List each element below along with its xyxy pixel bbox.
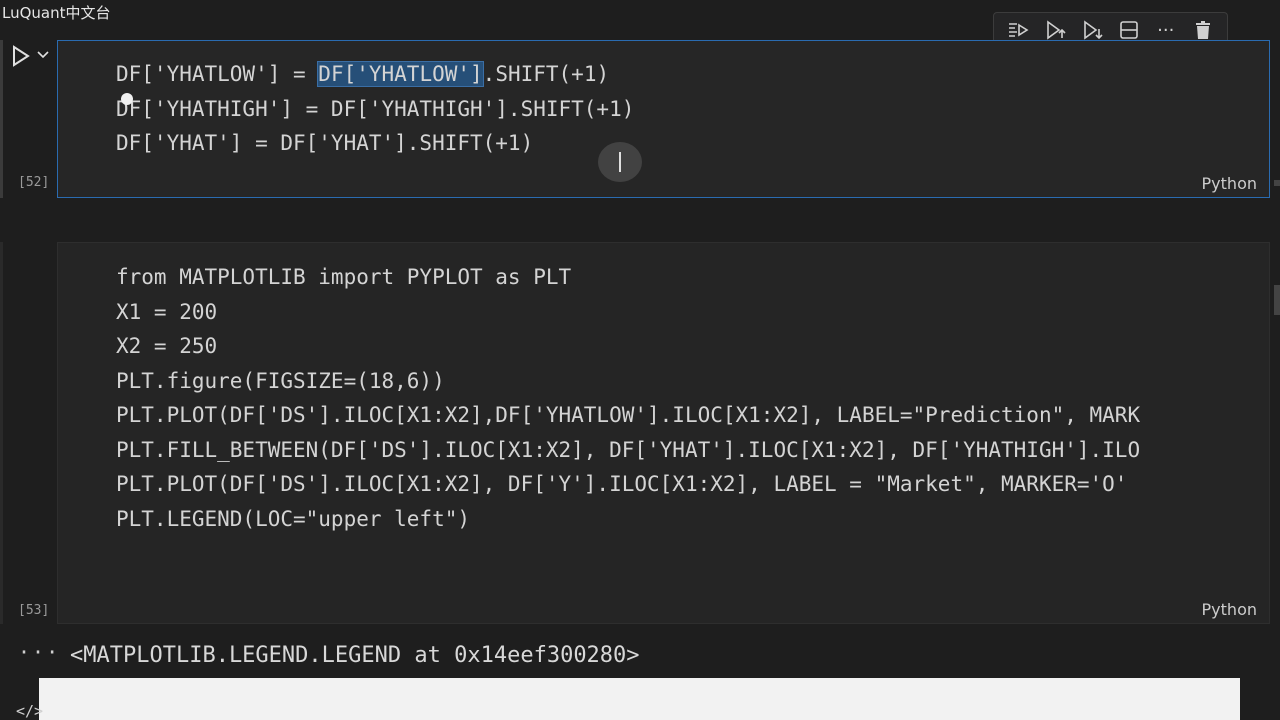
ibeam-cursor-icon [619, 152, 621, 172]
code-line[interactable]: PLT.PLOT(DF['DS'].ILOC[X1:X2], DF['Y'].I… [116, 467, 1140, 502]
run-cell-button[interactable] [10, 44, 32, 68]
execution-count: [53] [18, 603, 50, 618]
code-line[interactable]: from MATPLOTLIB import PYPLOT as PLT [116, 260, 1140, 295]
output-text: <MATPLOTLIB.LEGEND.LEGEND at 0x14eef3002… [70, 643, 640, 668]
code-line[interactable]: X1 = 200 [116, 295, 1140, 330]
code-line[interactable]: PLT.LEGEND(LOC="upper left") [116, 502, 1140, 537]
language-indicator[interactable]: Python [1202, 600, 1257, 619]
mouse-cursor-dot [121, 93, 133, 105]
delete-icon [1195, 21, 1210, 39]
output-actions-button[interactable]: ··· [18, 640, 60, 664]
cell-indicator [0, 242, 3, 624]
scrollbar-marker [1274, 285, 1280, 315]
language-indicator[interactable]: Python [1202, 174, 1257, 193]
output-code-icon[interactable]: </> [16, 702, 43, 720]
code-line[interactable]: PLT.PLOT(DF['DS'].ILOC[X1:X2],DF['YHATLO… [116, 398, 1140, 433]
execute-below-icon [1084, 20, 1103, 40]
execute-above-icon [1047, 20, 1066, 40]
execution-count: [52] [18, 175, 50, 190]
watermark: LuQuant中文台 [2, 4, 111, 22]
code-line[interactable]: DF['YHATLOW'] = DF['YHATLOW'].SHIFT(+1) [116, 57, 634, 92]
split-cell-icon [1120, 21, 1138, 39]
text-selection[interactable]: DF['YHATLOW'] [317, 61, 484, 87]
code-cell-52[interactable]: DF['YHATLOW'] = DF['YHATLOW'].SHIFT(+1) D… [57, 40, 1270, 198]
output-plot-area [39, 678, 1240, 720]
cell-focus-indicator [0, 40, 3, 198]
scrollbar-marker [1274, 180, 1280, 186]
code-line[interactable]: PLT.figure(FIGSIZE=(18,6)) [116, 364, 1140, 399]
run-by-line-icon [1009, 23, 1029, 37]
code-editor[interactable]: from MATPLOTLIB import PYPLOT as PLT X1 =… [116, 260, 1140, 536]
chevron-down-icon[interactable] [36, 47, 50, 61]
code-line[interactable]: X2 = 250 [116, 329, 1140, 364]
code-cell-53[interactable]: from MATPLOTLIB import PYPLOT as PLT X1 =… [57, 242, 1270, 624]
code-line[interactable]: PLT.FILL_BETWEEN(DF['DS'].ILOC[X1:X2], D… [116, 433, 1140, 468]
code-line[interactable]: DF['YHAT'] = DF['YHAT'].SHIFT(+1) [116, 126, 634, 161]
code-editor[interactable]: DF['YHATLOW'] = DF['YHATLOW'].SHIFT(+1) D… [116, 57, 634, 161]
code-line[interactable]: DF['YHATHIGH'] = DF['YHATHIGH'].SHIFT(+1… [116, 92, 634, 127]
more-icon: ··· [1157, 19, 1175, 41]
